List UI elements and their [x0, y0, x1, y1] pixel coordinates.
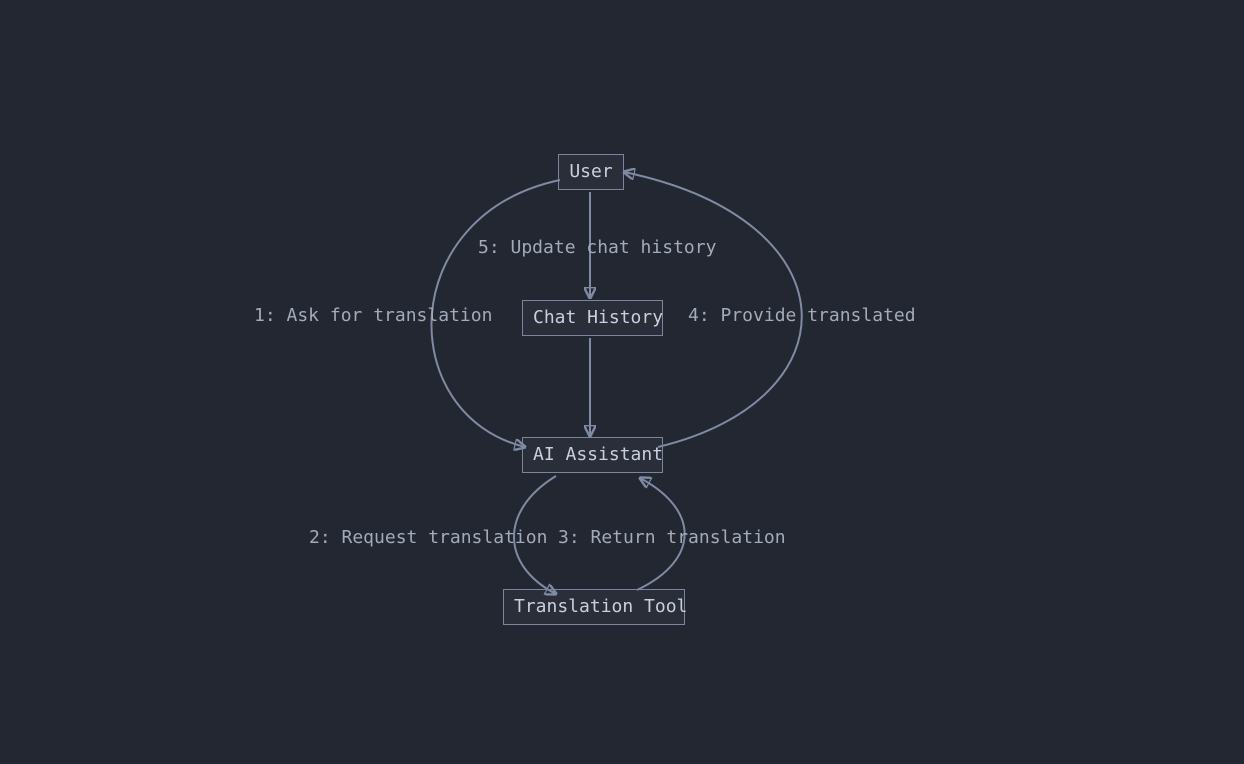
diagram-canvas: User Chat History AI Assistant Translati… [0, 0, 1244, 764]
edge-label-1: 1: Ask for translation [254, 305, 519, 326]
edge-label-2: 2: Request translation [309, 527, 547, 548]
node-ai-assistant: AI Assistant [522, 437, 663, 473]
edge-label-5: 5: Update chat history [478, 237, 716, 258]
edge-label-4: 4: Provide translated [688, 305, 928, 326]
edge-label-3: 3: Return translation [558, 527, 786, 548]
node-chat-history: Chat History [522, 300, 663, 336]
node-user: User [558, 154, 624, 190]
node-translation-tool: Translation Tool [503, 589, 685, 625]
edges-layer [0, 0, 1244, 764]
